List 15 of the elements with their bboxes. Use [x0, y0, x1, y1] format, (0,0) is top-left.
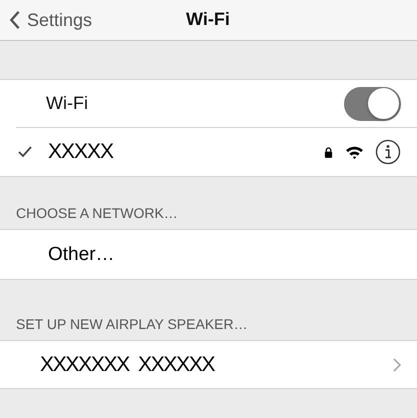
- back-button[interactable]: Settings: [0, 10, 92, 30]
- section-header: CHOOSE A NETWORK…: [16, 205, 178, 221]
- list-row[interactable]: XXXXXXX XXXXXX: [0, 341, 417, 388]
- chevron-icon: [393, 358, 401, 372]
- screen-title: Wi-Fi: [186, 9, 230, 30]
- section-header: SET UP NEW AIRPLAY SPEAKER…: [16, 316, 248, 332]
- info-icon[interactable]: [375, 139, 401, 165]
- network-name[interactable]: XXXXX: [48, 140, 324, 164]
- back-chevron-icon: [9, 10, 21, 30]
- wifi-label: Wi-Fi: [46, 93, 89, 114]
- row-label: XXXXXXX XXXXXX: [40, 352, 216, 376]
- row-label: Other…: [48, 244, 116, 266]
- wifi-signal-icon: [345, 144, 364, 160]
- wifi-toggle[interactable]: [344, 86, 401, 120]
- list-row[interactable]: Other…: [0, 230, 417, 279]
